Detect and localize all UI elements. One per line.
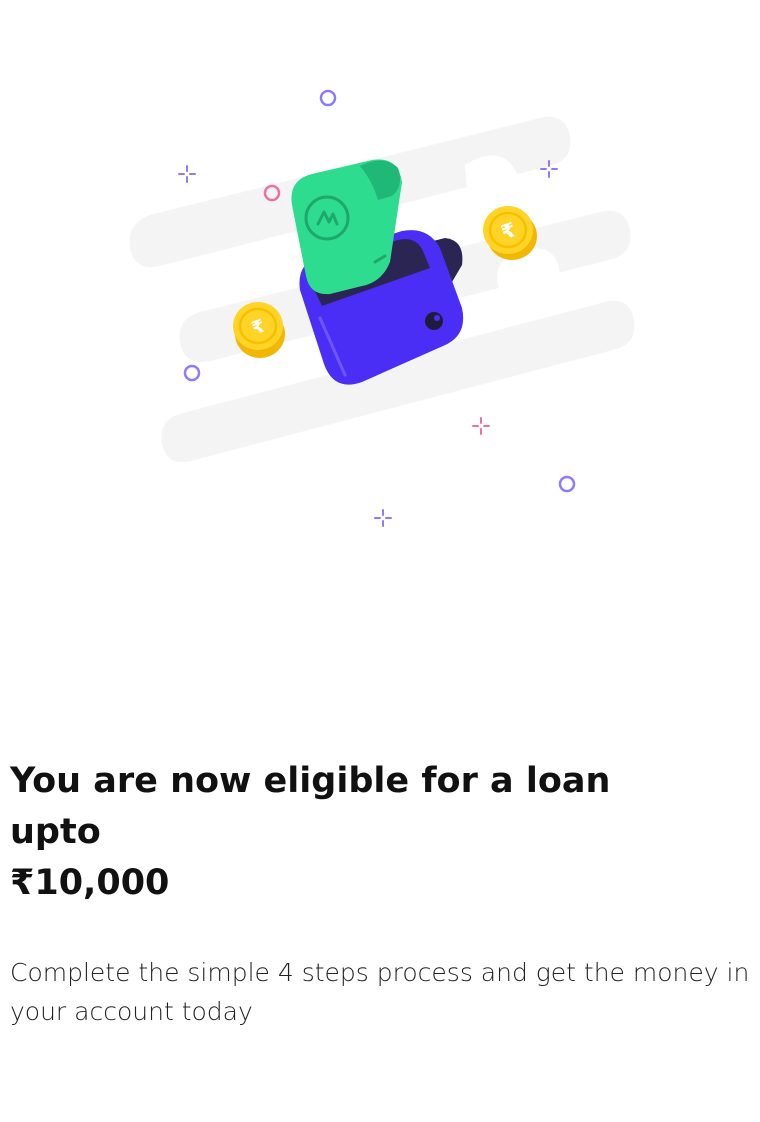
ring-icon <box>319 89 337 107</box>
eligibility-headline-text: You are now eligible for a loan upto <box>10 761 611 852</box>
eligibility-headline: You are now eligible for a loan upto ₹10… <box>10 756 710 909</box>
sparkle-icon <box>178 165 196 183</box>
loan-amount: ₹10,000 <box>10 863 170 903</box>
hero-illustration: ₹ ₹ <box>0 0 760 620</box>
sparkle-icon <box>472 417 490 435</box>
eligibility-description: Complete the simple 4 steps process and … <box>10 958 750 1026</box>
ring-icon <box>183 364 201 382</box>
ring-icon <box>558 475 576 493</box>
sparkle-icon <box>374 509 392 527</box>
wallet-illustration: ₹ ₹ <box>129 89 635 527</box>
